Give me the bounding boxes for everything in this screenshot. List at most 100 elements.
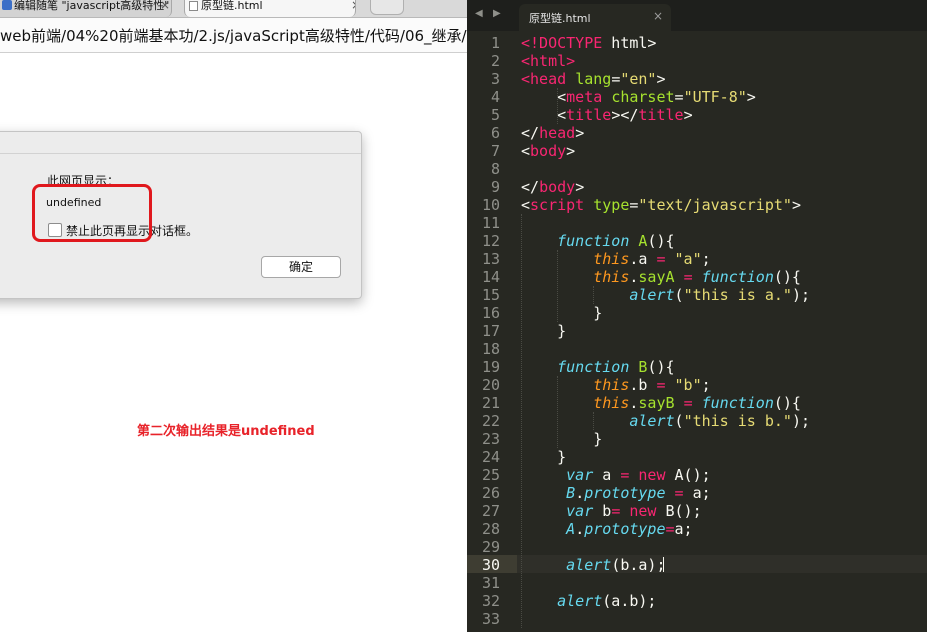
- code-token: html>: [602, 34, 657, 52]
- code-token: function: [701, 268, 774, 286]
- code-token: }: [521, 304, 603, 322]
- code-line[interactable]: }: [521, 430, 602, 448]
- code-line[interactable]: </head>: [521, 124, 584, 142]
- code-line[interactable]: <title></title>: [521, 106, 692, 124]
- code-line[interactable]: </body>: [521, 178, 584, 196]
- code-token: "UTF-8": [683, 88, 747, 106]
- code-token: .: [575, 484, 585, 502]
- browser-tab-edit-post[interactable]: 编辑随笔 "javascript高级特性" ×: [0, 0, 172, 17]
- editor-tab-close-icon[interactable]: ×: [653, 9, 663, 23]
- line-number: 23: [481, 430, 500, 448]
- line-number: 14: [481, 268, 500, 286]
- code-token: }: [521, 448, 567, 466]
- new-tab-button[interactable]: [370, 0, 404, 15]
- line-number: 15: [481, 286, 500, 304]
- code-token: script: [530, 196, 585, 214]
- code-token: =: [656, 250, 666, 268]
- code-token: function: [557, 232, 630, 250]
- line-number: 33: [481, 610, 500, 628]
- code-token: this: [593, 394, 630, 412]
- address-bar[interactable]: web前端/04%20前端基本功/2.js/javaScript高级特性/代码/…: [0, 18, 467, 53]
- tab-label: 原型链.html: [201, 0, 263, 12]
- line-number: 20: [481, 376, 500, 394]
- code-token: }: [521, 430, 603, 448]
- line-number: 5: [490, 106, 500, 124]
- browser-tab-prototype-chain[interactable]: 原型链.html ×: [184, 0, 356, 17]
- code-token: </: [521, 124, 540, 142]
- code-token: =: [674, 88, 684, 106]
- code-token: >: [566, 142, 576, 160]
- code-editor: ◀ ▶ 原型链.html × 1 2 3 4 5 6 7 8 9 10 11 12 13 14 15 16 17…: [467, 0, 927, 632]
- code-line[interactable]: function A(){: [521, 232, 674, 250]
- code-line[interactable]: this.sayB = function(){: [521, 394, 801, 412]
- indent-guide: [557, 250, 558, 322]
- code-token: "a": [674, 250, 702, 268]
- url-text[interactable]: web前端/04%20前端基本功/2.js/javaScript高级特性/代码/…: [0, 25, 467, 46]
- code-line[interactable]: this.a = "a";: [521, 250, 711, 268]
- editor-tab-label: 原型链.html: [529, 12, 591, 25]
- line-number: 7: [490, 142, 500, 160]
- code-line[interactable]: <html>: [521, 52, 575, 70]
- line-number: 1: [490, 34, 500, 52]
- code-token: a: [593, 466, 621, 484]
- code-line[interactable]: <script type="text/javascript">: [521, 196, 801, 214]
- code-line[interactable]: alert(a.b);: [521, 592, 656, 610]
- line-number: 21: [481, 394, 500, 412]
- code-token: B();: [656, 502, 702, 520]
- code-line[interactable]: var b= new B();: [521, 502, 702, 520]
- code-token: alert: [566, 556, 612, 574]
- code-line[interactable]: B.prototype = a;: [521, 484, 711, 502]
- code-token: body: [539, 178, 576, 196]
- line-number: 28: [481, 520, 500, 538]
- code-token: =: [665, 520, 675, 538]
- line-number: 25: [481, 466, 500, 484]
- code-token: ;: [701, 250, 711, 268]
- code-line[interactable]: this.b = "b";: [521, 376, 710, 394]
- code-token: =: [611, 70, 621, 88]
- code-token: (: [674, 286, 684, 304]
- editor-tab[interactable]: 原型链.html ×: [519, 4, 671, 31]
- code-line[interactable]: A.prototype=a;: [521, 520, 692, 538]
- code-line[interactable]: alert(b.a);: [521, 556, 665, 574]
- code-line[interactable]: }: [521, 448, 566, 466]
- code-line[interactable]: alert("this is b.");: [521, 412, 810, 430]
- nav-forward-icon[interactable]: ▶: [493, 8, 501, 19]
- code-token: "en": [620, 70, 657, 88]
- browser-tab-bar: 编辑随笔 "javascript高级特性" × 原型链.html ×: [0, 0, 467, 18]
- code-token: var: [566, 502, 594, 520]
- code-line[interactable]: <body>: [521, 142, 575, 160]
- tab-close-icon[interactable]: ×: [351, 0, 355, 11]
- code-line[interactable]: var a = new A();: [521, 466, 711, 484]
- line-number: 13: [481, 250, 500, 268]
- code-token: this: [593, 376, 630, 394]
- code-token: new: [629, 502, 657, 520]
- code-line[interactable]: alert("this is a.");: [521, 286, 810, 304]
- alert-ok-button[interactable]: 确定: [261, 256, 341, 278]
- code-line[interactable]: }: [521, 304, 602, 322]
- code-token: body: [530, 142, 567, 160]
- code-line[interactable]: }: [521, 322, 566, 340]
- code-token: .a: [629, 250, 657, 268]
- code-line[interactable]: function B(){: [521, 358, 674, 376]
- code-token: function: [557, 358, 630, 376]
- code-line[interactable]: <head lang="en">: [521, 70, 666, 88]
- indent-guide: [593, 286, 594, 304]
- code-token: <: [521, 142, 531, 160]
- code-line[interactable]: this.sayA = function(){: [521, 268, 801, 286]
- nav-back-icon[interactable]: ◀: [475, 8, 483, 19]
- tab-close-icon[interactable]: ×: [160, 0, 170, 11]
- code-token: <: [521, 196, 531, 214]
- code-token: .: [575, 520, 585, 538]
- line-number: 9: [490, 178, 500, 196]
- code-line[interactable]: <!DOCTYPE html>: [521, 34, 656, 52]
- code-token: prototype: [584, 484, 666, 502]
- line-number: 24: [481, 448, 500, 466]
